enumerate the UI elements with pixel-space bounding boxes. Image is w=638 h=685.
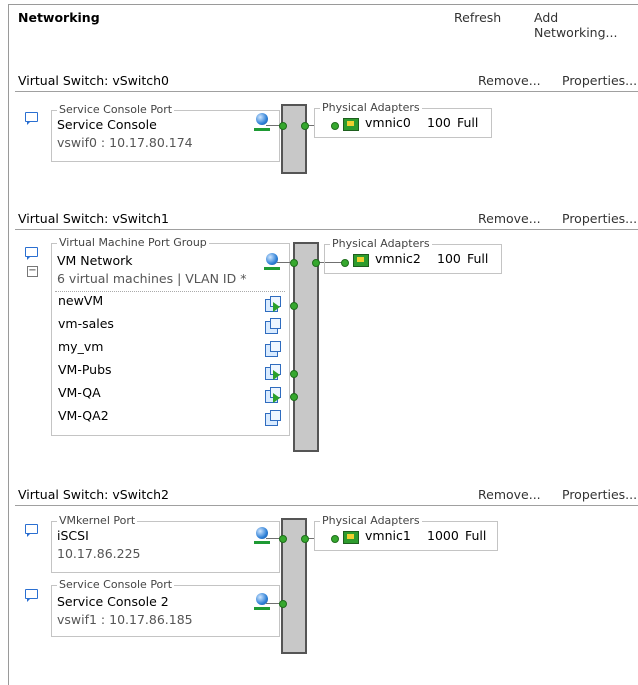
port-address: vswif1 : 10.17.86.185 (57, 612, 193, 627)
port-properties-icon[interactable] (25, 524, 38, 537)
vswitch1-remove-link[interactable]: Remove... (478, 211, 541, 226)
vswitch0-title: Virtual Switch: vSwitch0 (18, 73, 170, 88)
vswitch1-title: Virtual Switch: vSwitch1 (18, 211, 170, 226)
vm-powered-off-icon (265, 410, 281, 426)
nic-icon (343, 118, 359, 131)
adapter-duplex: Full (465, 528, 487, 543)
vm-powered-on-icon (265, 296, 281, 312)
vswitch0-properties-link[interactable]: Properties... (562, 73, 637, 88)
vswitch2-title: Virtual Switch: vSwitch2 (18, 487, 170, 502)
port-type-legend: Service Console Port (57, 103, 175, 116)
link-dot (279, 600, 287, 608)
adapters-legend: Physical Adapters (320, 514, 422, 527)
port-vm-summary: 6 virtual machines | VLAN ID * (57, 271, 247, 286)
add-networking-link[interactable]: Add Networking... (534, 10, 638, 40)
vm-powered-on-icon (265, 364, 281, 380)
vswitch0-remove-link[interactable]: Remove... (478, 73, 541, 88)
link-dot (301, 535, 309, 543)
port-properties-icon[interactable] (25, 247, 38, 260)
port-name: Service Console (57, 117, 157, 132)
vm-name[interactable]: newVM (58, 293, 103, 308)
port-type-legend: VMkernel Port (57, 514, 138, 527)
physical-adapters-group[interactable]: Physical Adapters vmnic1 1000 Full (314, 514, 498, 551)
divider (15, 229, 638, 230)
divider (15, 505, 638, 506)
adapters-legend: Physical Adapters (330, 237, 432, 250)
link-dot (279, 535, 287, 543)
adapters-legend: Physical Adapters (320, 101, 422, 114)
port-properties-icon[interactable] (25, 112, 38, 125)
link-dot (301, 122, 309, 130)
adapter-speed: 1000 (427, 528, 459, 543)
vm-name[interactable]: VM-Pubs (58, 362, 112, 377)
vswitch2-remove-link[interactable]: Remove... (478, 487, 541, 502)
vm-powered-off-icon (265, 341, 281, 357)
service-console-globe-icon (256, 113, 268, 125)
vm-network-globe-icon (266, 253, 278, 265)
network-base-icon (264, 267, 280, 270)
port-properties-icon[interactable] (25, 589, 38, 602)
vm-name[interactable]: VM-QA2 (58, 408, 109, 423)
port-name: Service Console 2 (57, 594, 169, 609)
adapter-speed: 100 (427, 115, 451, 130)
nic-icon (353, 254, 369, 267)
port-name: iSCSI (57, 528, 89, 543)
vswitch2-properties-link[interactable]: Properties... (562, 487, 637, 502)
adapter-name: vmnic2 (375, 251, 421, 266)
link-dot (290, 259, 298, 267)
port-type-legend: Virtual Machine Port Group (57, 236, 209, 249)
port-type-legend: Service Console Port (57, 578, 175, 591)
physical-adapters-group[interactable]: Physical Adapters vmnic2 100 Full (324, 237, 502, 274)
collapse-icon[interactable]: − (27, 266, 38, 277)
page-title: Networking (18, 10, 100, 25)
network-base-icon (254, 541, 270, 544)
nic-icon (343, 531, 359, 544)
adapter-name: vmnic1 (365, 528, 411, 543)
adapter-duplex: Full (457, 115, 479, 130)
vswitch1-bar (293, 242, 319, 452)
adapter-speed: 100 (437, 251, 461, 266)
vm-powered-on-icon (265, 387, 281, 403)
network-base-icon (254, 128, 270, 131)
separator (55, 291, 285, 292)
vswitch0-bar (281, 104, 307, 174)
vm-name[interactable]: vm-sales (58, 316, 114, 331)
vswitch1-properties-link[interactable]: Properties... (562, 211, 637, 226)
link-dot (290, 302, 298, 310)
port-address: 10.17.86.225 (57, 546, 141, 561)
physical-adapters-group[interactable]: Physical Adapters vmnic0 100 Full (314, 101, 492, 138)
port-name: VM Network (57, 253, 133, 268)
divider (15, 91, 638, 92)
vm-powered-off-icon (265, 318, 281, 334)
link-dot (279, 122, 287, 130)
adapter-duplex: Full (467, 251, 489, 266)
link-dot (290, 393, 298, 401)
service-console-port-group[interactable]: Service Console Port Service Console vsw… (51, 103, 280, 162)
vmkernel-port-group[interactable]: VMkernel Port iSCSI 10.17.86.225 (51, 514, 280, 573)
vm-name[interactable]: my_vm (58, 339, 103, 354)
vm-name[interactable]: VM-QA (58, 385, 101, 400)
link-dot (312, 259, 320, 267)
link-dot (290, 370, 298, 378)
refresh-link[interactable]: Refresh (454, 10, 501, 25)
network-base-icon (254, 607, 270, 610)
service-console-port-group[interactable]: Service Console Port Service Console 2 v… (51, 578, 280, 637)
port-address: vswif0 : 10.17.80.174 (57, 135, 193, 150)
adapter-name: vmnic0 (365, 115, 411, 130)
